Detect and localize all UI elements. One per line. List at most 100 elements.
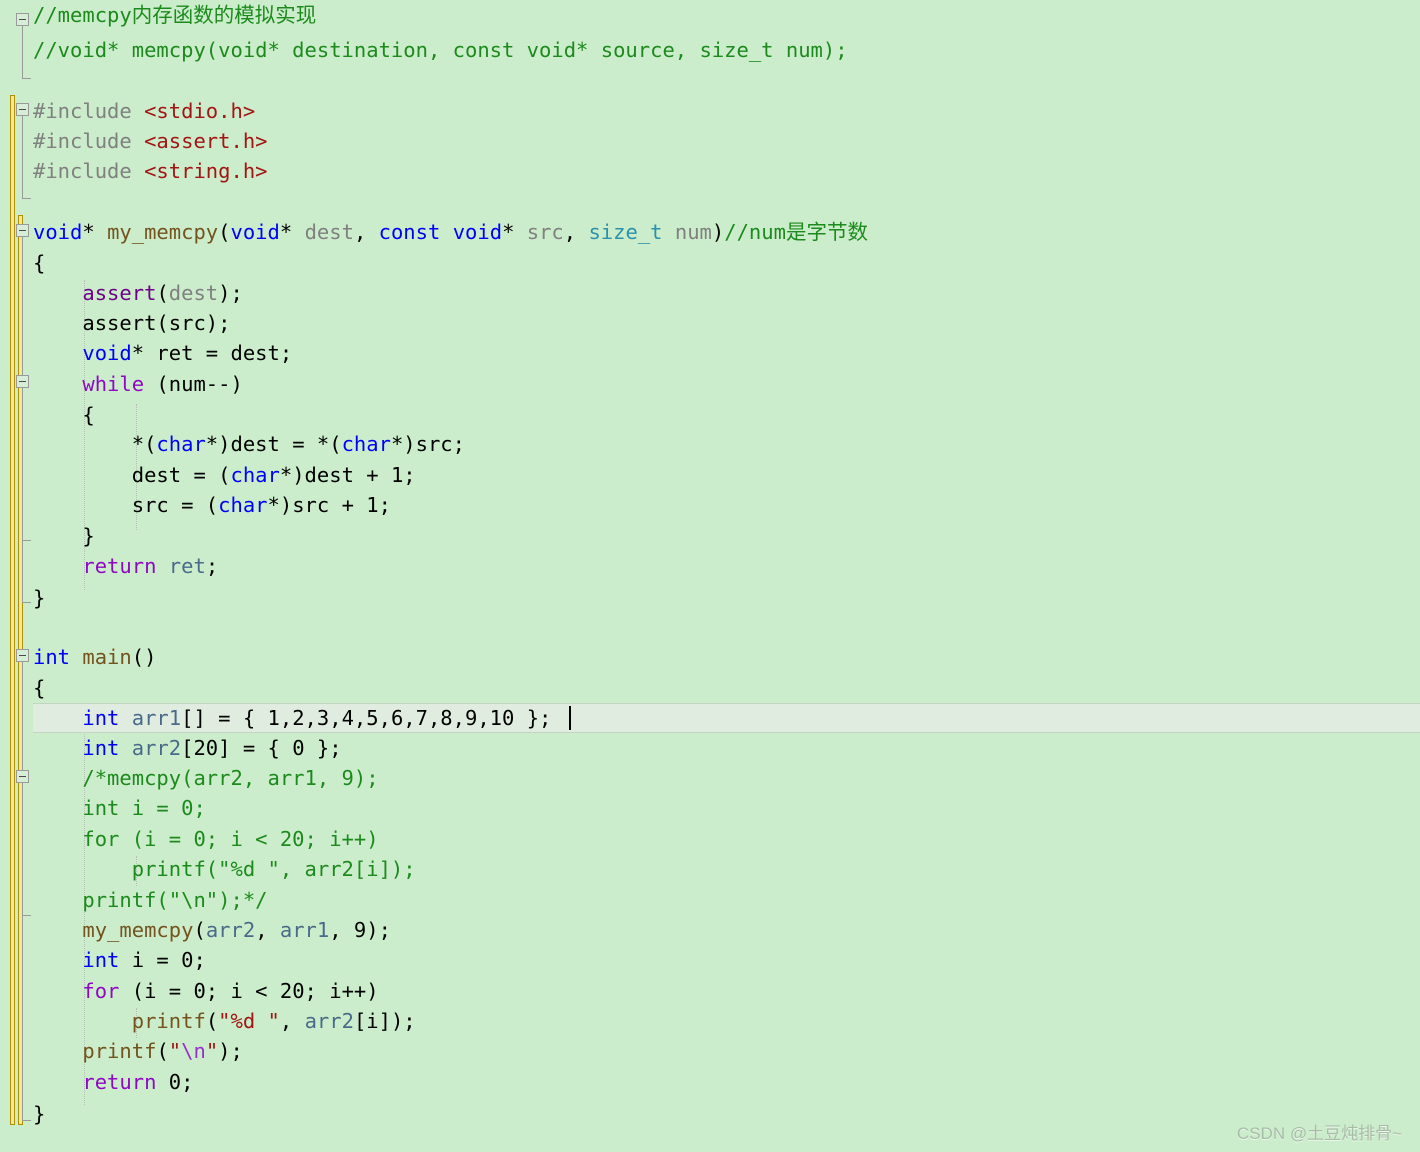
code-line[interactable]: assert(src); [33, 308, 230, 338]
token-plain: (i = 0; i < 20; i++) [119, 979, 379, 1003]
code-editor-surface[interactable]: //memcpy内存函数的模拟实现 //void* memcpy(void* d… [0, 0, 1420, 1152]
token-kw: void [230, 220, 280, 244]
token-plain: * ret = dest; [131, 341, 293, 365]
code-line[interactable]: return ret; [33, 551, 218, 581]
token-kw: char [230, 463, 280, 487]
code-line[interactable]: { [33, 400, 94, 430]
code-line[interactable]: printf("%d ", arr2[i]); [33, 1006, 416, 1036]
fold-toggle-comment-block[interactable] [16, 13, 29, 26]
token-esc: \n [181, 1039, 206, 1063]
unsaved-change-bar-top [10, 95, 15, 1125]
token-kw: char [156, 432, 206, 456]
token-plain: ); [218, 281, 243, 305]
fold-toggle-block-comment[interactable] [16, 770, 29, 783]
token-ctl: while [82, 372, 145, 396]
token-cmt: //void* memcpy(void* destination, const … [33, 38, 848, 62]
token-kw: int [82, 736, 120, 760]
token-plain: * [279, 220, 305, 244]
token-macro: assert [82, 281, 157, 305]
token-plain: [i]); [353, 1009, 416, 1033]
code-line[interactable]: printf("\n");*/ [33, 885, 267, 915]
token-plain: () [131, 645, 157, 669]
code-line[interactable]: { [33, 673, 45, 703]
token-param: dest [304, 220, 354, 244]
code-line[interactable]: *(char*)dest = *(char*)src; [33, 429, 465, 459]
token-plain: } [33, 586, 46, 610]
token-param: num [674, 220, 712, 244]
token-plain: * [502, 220, 527, 244]
token-plain: 0; [156, 1070, 194, 1094]
token-plain: dest = ( [33, 463, 231, 487]
token-plain: { [33, 251, 46, 275]
token-kw: void [82, 341, 132, 365]
code-line[interactable]: assert(dest); [33, 278, 243, 308]
token-plain: , [255, 918, 280, 942]
token-kw: void [452, 220, 503, 244]
fold-toggle-includes[interactable] [16, 103, 29, 116]
fold-toggle-while-loop[interactable] [16, 375, 29, 388]
token-plain: *)dest + 1; [279, 463, 416, 487]
code-line[interactable]: int arr1[] = { 1,2,3,4,5,6,7,8,9,10 }; [33, 703, 551, 733]
code-line[interactable]: #include <assert.h> [33, 126, 268, 156]
code-line[interactable]: for (i = 0; i < 20; i++) [33, 824, 379, 854]
token-fn: my_memcpy [107, 220, 219, 244]
code-line[interactable]: return 0; [33, 1067, 193, 1097]
fold-foot-includes [22, 198, 31, 199]
token-inc: <assert.h> [144, 129, 268, 153]
code-line[interactable]: dest = (char*)dest + 1; [33, 460, 416, 490]
code-line[interactable]: /*memcpy(arr2, arr1, 9); [33, 763, 378, 793]
code-line[interactable]: { [33, 248, 45, 278]
code-line[interactable]: my_memcpy(arr2, arr1, 9); [33, 915, 391, 945]
token-plain: [20] = { 0 }; [181, 736, 342, 760]
token-kw: const [378, 220, 441, 244]
code-line[interactable]: #include <string.h> [33, 156, 268, 186]
token-plain: ( [193, 918, 206, 942]
code-line[interactable]: #include <stdio.h> [33, 96, 255, 126]
code-line[interactable]: } [33, 583, 45, 613]
token-inc: <string.h> [144, 159, 268, 183]
token-plain: *)src; [390, 432, 465, 456]
code-line[interactable]: } [33, 1099, 45, 1129]
token-str: "%d " [218, 1009, 280, 1033]
code-line[interactable]: printf("%d ", arr2[i]); [33, 854, 416, 884]
fold-toggle-main[interactable] [16, 649, 29, 662]
token-plain: *)src + 1; [267, 493, 391, 517]
token-cmt: for (i = 0; i < 20; i++) [33, 827, 379, 851]
token-plain: ( [218, 220, 231, 244]
code-line[interactable]: while (num--) [33, 369, 242, 399]
token-param: dest [168, 281, 219, 305]
fold-bracket-includes [22, 116, 23, 198]
token-var: arr2 [304, 1009, 354, 1033]
token-ctl: return [82, 1070, 157, 1094]
code-line[interactable]: } [33, 521, 94, 551]
code-line[interactable]: int arr2[20] = { 0 }; [33, 733, 342, 763]
token-plain: } [33, 1102, 46, 1126]
token-fn: printf [131, 1009, 206, 1033]
code-line[interactable]: int main() [33, 642, 156, 672]
fold-toggle-my-memcpy[interactable] [16, 224, 29, 237]
code-line[interactable]: int i = 0; [33, 945, 205, 975]
code-line[interactable]: int i = 0; [33, 793, 205, 823]
token-var: arr2 [131, 736, 182, 760]
code-line[interactable]: src = (char*)src + 1; [33, 490, 391, 520]
code-line[interactable]: //void* memcpy(void* destination, const … [33, 35, 848, 65]
code-line[interactable]: void* my_memcpy(void* dest, const void* … [33, 217, 868, 247]
token-inc: <stdio.h> [144, 99, 256, 123]
token-plain: ) [711, 220, 725, 244]
code-line[interactable]: void* ret = dest; [33, 338, 292, 368]
code-line[interactable]: //memcpy内存函数的模拟实现 [33, 0, 316, 30]
token-plain: , [279, 1009, 305, 1033]
token-fn: main [82, 645, 132, 669]
token-str: " [168, 1039, 182, 1063]
token-plain: ; [205, 554, 219, 578]
code-line[interactable]: for (i = 0; i < 20; i++) [33, 976, 379, 1006]
code-line[interactable]: printf("\n"); [33, 1036, 242, 1066]
